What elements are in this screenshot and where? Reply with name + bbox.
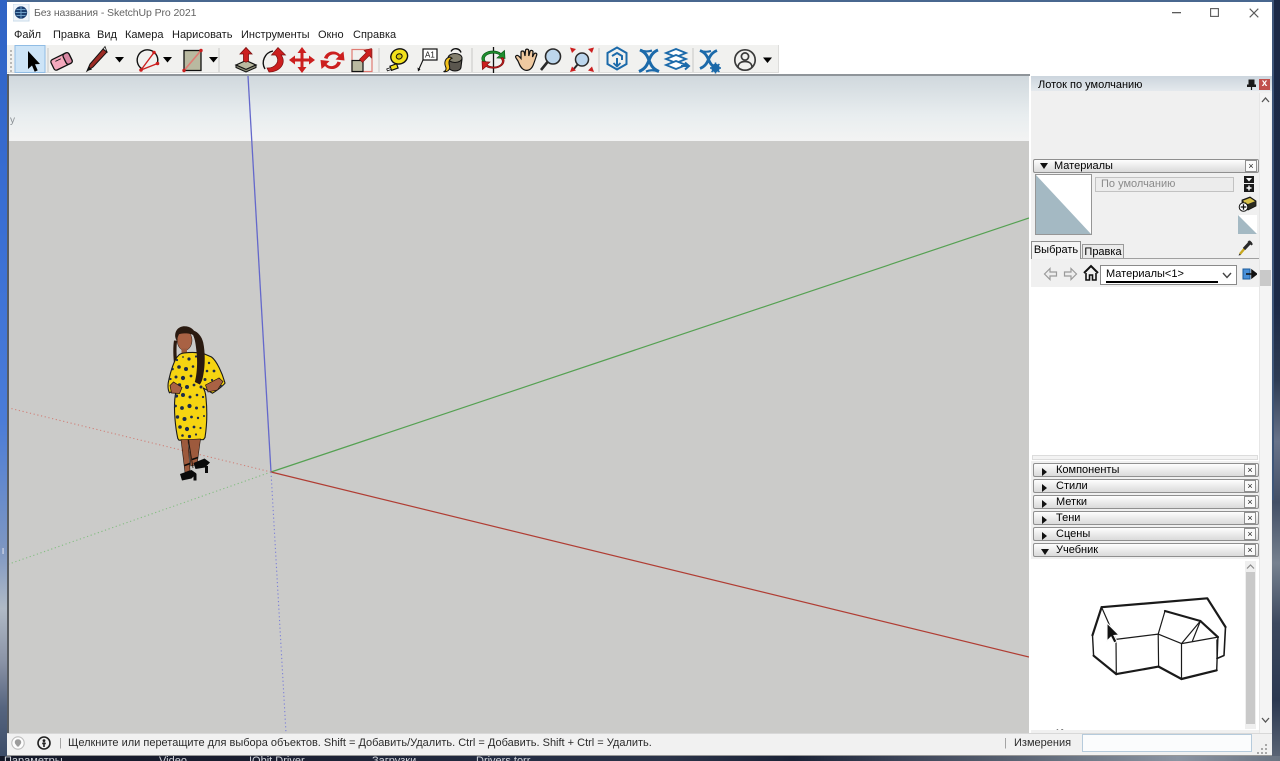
svg-text:A1: A1 [425, 51, 435, 60]
